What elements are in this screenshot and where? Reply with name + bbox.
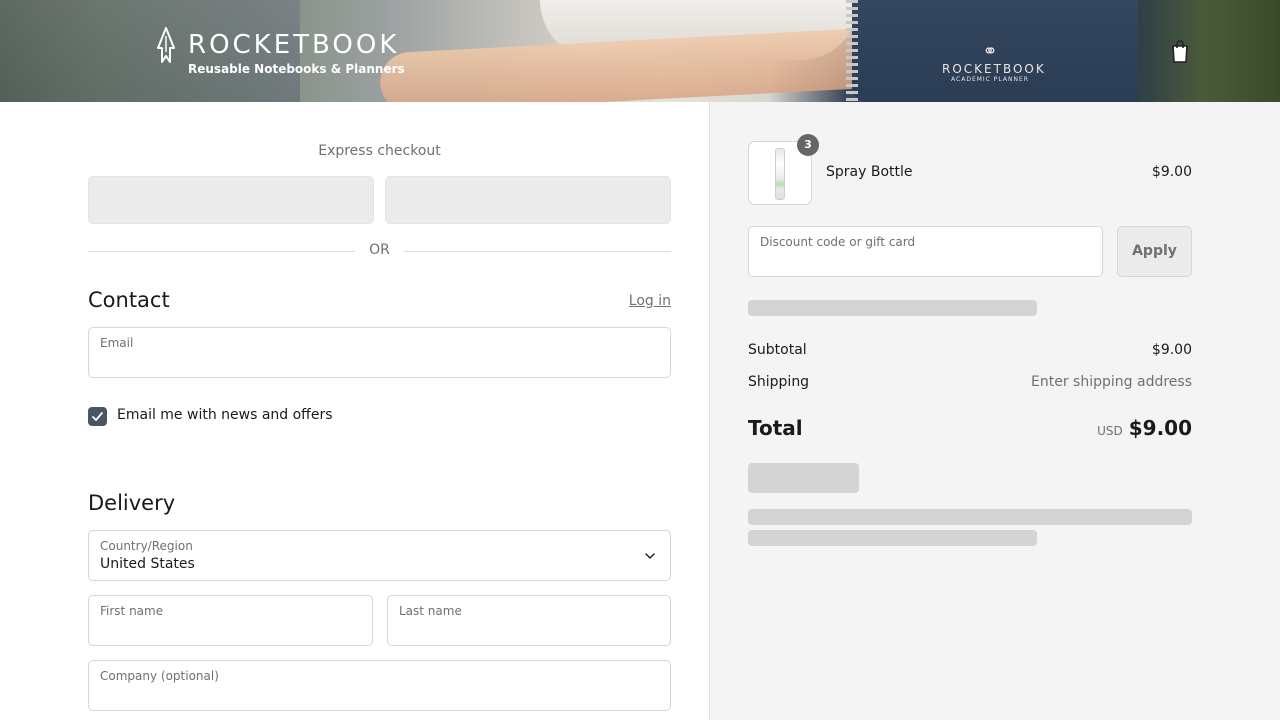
- express-pay-button-1[interactable]: [88, 176, 374, 224]
- country-select-value: United States: [100, 556, 195, 572]
- apply-discount-button[interactable]: Apply: [1117, 226, 1192, 277]
- delivery-title: Delivery: [88, 491, 176, 515]
- company-field[interactable]: Company (optional): [88, 660, 671, 711]
- login-link[interactable]: Log in: [620, 293, 671, 309]
- loading-skeleton-bar: [748, 300, 1037, 316]
- discount-code-field[interactable]: Discount code or gift card: [748, 226, 1103, 277]
- brand-tagline: Reusable Notebooks & Planners: [188, 62, 405, 76]
- subtotal-label: Subtotal: [748, 342, 807, 358]
- last-name-label: Last name: [399, 604, 462, 618]
- loading-skeleton-line-2: [748, 530, 1037, 546]
- total-amount: USD $9.00: [1010, 416, 1192, 440]
- or-text: OR: [369, 242, 390, 258]
- express-pay-button-2[interactable]: [385, 176, 671, 224]
- brand-name: ROCKETBOOK: [188, 30, 400, 60]
- chevron-down-icon: [645, 553, 655, 559]
- country-select-label: Country/Region: [100, 539, 193, 553]
- company-label: Company (optional): [100, 669, 219, 683]
- email-field[interactable]: Email: [88, 327, 671, 378]
- shipping-value: Enter shipping address: [1031, 374, 1192, 390]
- subtotal-value: $9.00: [1151, 342, 1192, 358]
- shipping-label: Shipping: [748, 374, 810, 390]
- banner-notebook-title: ROCKETBOOK: [942, 62, 1046, 76]
- header-banner: ⚭ ROCKETBOOK ACADEMIC PLANNER ROCKETBOOK…: [0, 0, 1280, 102]
- bicycle-icon: ⚭: [982, 41, 998, 62]
- last-name-field[interactable]: Last name: [387, 595, 671, 646]
- rocket-icon: [157, 27, 175, 63]
- checkmark-icon: [92, 412, 103, 421]
- total-label: Total: [748, 416, 803, 440]
- banner-notebook-subtitle: ACADEMIC PLANNER: [951, 76, 1029, 83]
- shopping-bag-icon[interactable]: [1168, 38, 1192, 64]
- newsletter-checkbox[interactable]: [88, 407, 107, 426]
- loading-skeleton-block: [748, 463, 859, 493]
- order-summary-panel: Spray Bottle $9.00 Discount code or gift…: [710, 102, 1280, 720]
- or-divider: OR: [88, 242, 671, 260]
- discount-code-placeholder: Discount code or gift card: [760, 235, 916, 249]
- express-checkout-title: Express checkout: [318, 143, 441, 159]
- first-name-label: First name: [100, 604, 164, 618]
- loading-skeleton-line-1: [748, 509, 1192, 525]
- banner-photo-spiral: [846, 0, 858, 102]
- first-name-field[interactable]: First name: [88, 595, 373, 646]
- spray-bottle-image: [775, 148, 785, 200]
- email-field-label: Email: [100, 336, 134, 350]
- contact-title: Contact: [88, 288, 170, 312]
- quantity-badge: 3: [797, 134, 819, 156]
- product-name: Spray Bottle: [826, 164, 913, 180]
- country-select[interactable]: Country/Region United States: [88, 530, 671, 581]
- total-value: $9.00: [1128, 416, 1192, 440]
- product-price: $9.00: [1151, 164, 1192, 180]
- total-currency: USD: [1097, 424, 1123, 438]
- checkout-form-panel: Express checkout OR Contact Log in Email…: [0, 102, 710, 720]
- newsletter-label[interactable]: Email me with news and offers: [117, 407, 333, 423]
- banner-notebook-logo: ⚭ ROCKETBOOK ACADEMIC PLANNER: [942, 41, 1046, 84]
